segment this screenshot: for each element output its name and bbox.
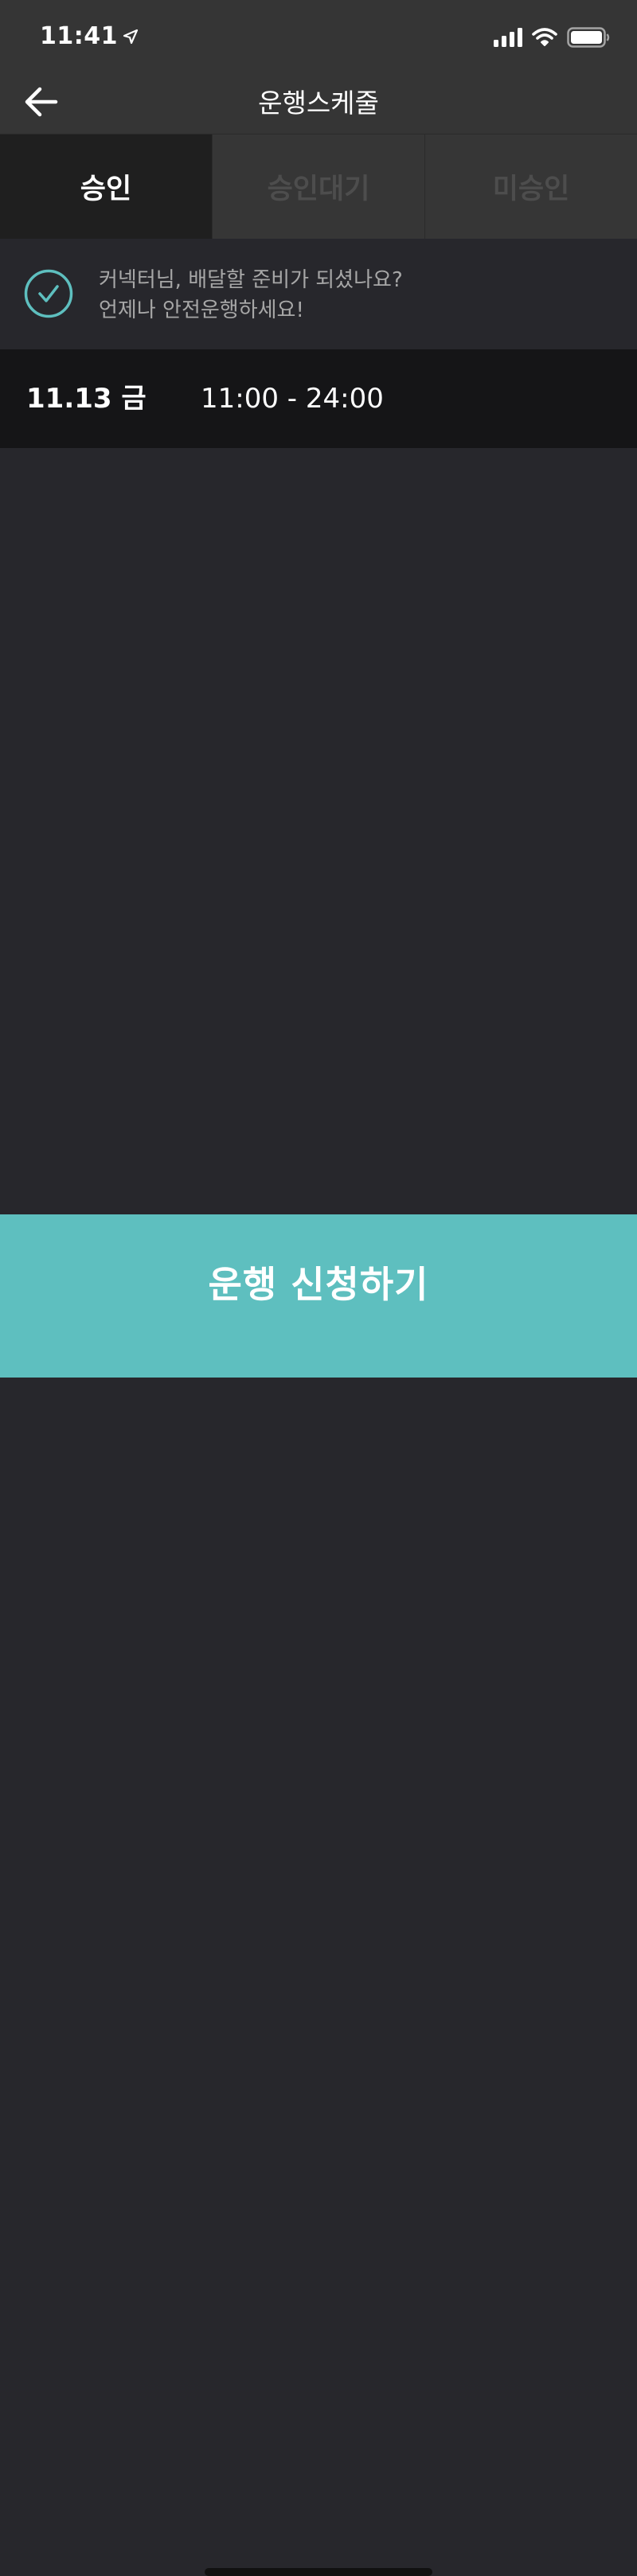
status-time: 11:41: [40, 22, 139, 50]
notice-line-1: 커넥터님, 배달할 준비가 되셨나요?: [99, 268, 403, 292]
schedule-time: 11:00 - 24:00: [201, 383, 384, 415]
notice-line-2: 언제나 안전운행하세요!: [99, 298, 304, 322]
signal-icon: [494, 28, 522, 47]
status-icons: [494, 27, 610, 48]
tab-bar: 승인 승인대기 미승인: [0, 134, 637, 239]
tab-rejected[interactable]: 미승인: [424, 134, 637, 239]
arrow-left-icon: [25, 87, 58, 117]
schedule-date: 11.13 금: [26, 383, 147, 415]
tab-approved[interactable]: 승인: [0, 134, 212, 239]
back-button[interactable]: [18, 78, 65, 126]
status-time-text: 11:41: [40, 22, 118, 50]
location-arrow-icon: [123, 29, 139, 44]
battery-icon: [567, 27, 610, 48]
home-indicator: [205, 2568, 432, 2576]
wifi-icon: [532, 28, 557, 46]
tab-pending[interactable]: 승인대기: [212, 134, 424, 239]
page-title: 운행스케줄: [258, 88, 379, 119]
apply-schedule-button[interactable]: 운행 신청하기: [0, 1214, 637, 2576]
check-circle-icon: [24, 269, 73, 318]
schedule-row[interactable]: 11.13 금 11:00 - 24:00: [0, 349, 637, 448]
status-bar: 11:41: [0, 0, 637, 73]
notice-banner: 커넥터님, 배달할 준비가 되셨나요? 언제나 안전운행하세요!: [0, 239, 637, 349]
nav-bar: 운행스케줄: [0, 73, 637, 134]
apply-schedule-label: 운행 신청하기: [208, 1263, 429, 1306]
notice-text: 커넥터님, 배달할 준비가 되셨나요? 언제나 안전운행하세요!: [99, 265, 403, 325]
